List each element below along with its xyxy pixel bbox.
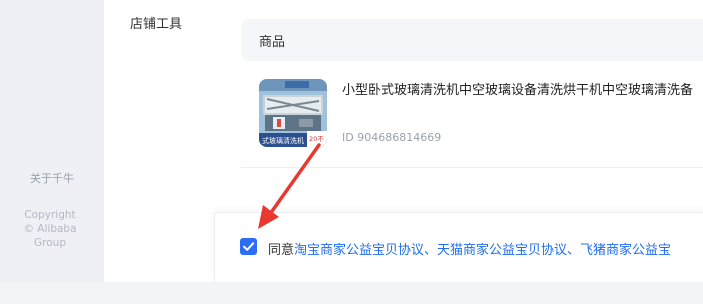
agreement-links[interactable]: 淘宝商家公益宝贝协议、天猫商家公益宝贝协议、飞猪商家公益宝 — [294, 243, 671, 258]
checkmark-icon — [243, 242, 255, 251]
product-image: 式玻璃清洗机 20不 — [259, 79, 327, 147]
store-tools-label: 店铺工具 — [130, 17, 183, 32]
left-sidebar: 关于千牛 Copyright © Alibaba Group — [0, 0, 104, 304]
product-title[interactable]: 小型卧式玻璃清洗机中空玻璃设备清洗烘干机中空玻璃清洗备 — [342, 81, 703, 101]
agreement-text: 同意淘宝商家公益宝贝协议、天猫商家公益宝贝协议、飞猪商家公益宝 — [268, 239, 671, 258]
table-header: 商品 — [241, 19, 703, 61]
agreement-checkbox[interactable] — [240, 238, 257, 255]
column-header-product: 商品 — [259, 35, 286, 50]
row-divider — [241, 167, 703, 168]
thumbnail-tag: 20不 — [309, 135, 324, 143]
sidebar-about-link[interactable]: 关于千牛 — [0, 170, 104, 186]
copyright-line-2: © Alibaba — [23, 223, 77, 235]
copyright-line-1: Copyright — [24, 209, 76, 221]
product-thumbnail[interactable]: 式玻璃清洗机 20不 — [259, 79, 327, 147]
product-id: ID 904686814669 — [342, 131, 442, 144]
copyright-text: Copyright © Alibaba Group — [0, 208, 100, 250]
thumbnail-caption: 式玻璃清洗机 — [262, 136, 304, 145]
copyright-line-3: Group — [34, 237, 66, 249]
bottom-strip — [0, 282, 703, 304]
agreement-prefix: 同意 — [268, 243, 295, 258]
